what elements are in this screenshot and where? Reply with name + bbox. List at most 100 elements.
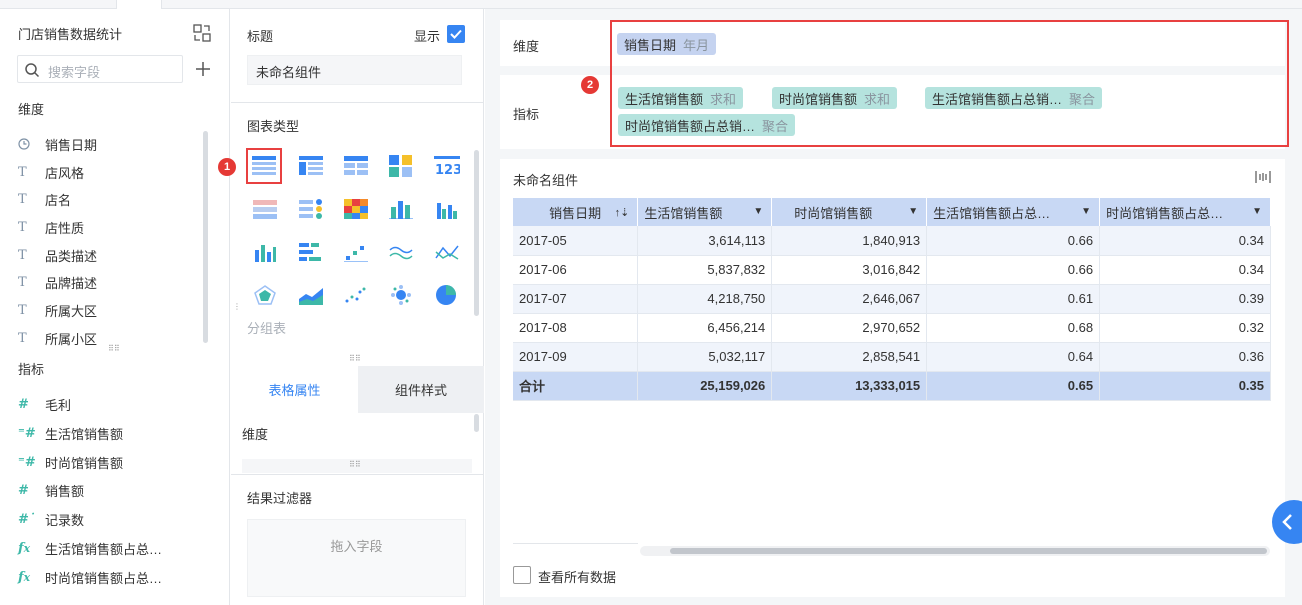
tab-component-style[interactable]: 组件样式	[358, 366, 484, 413]
cross-table-type[interactable]	[295, 150, 327, 182]
detail-table-icon	[344, 156, 368, 175]
highlight-box	[610, 20, 1289, 147]
table-row: 2017-07 4,218,750 2,646,067 0.61 0.39	[513, 284, 1271, 314]
measure-item[interactable]: ⁼# 生活馆销售额	[18, 422, 123, 444]
number-indicator-icon: 123	[434, 156, 460, 176]
list-type[interactable]	[295, 193, 327, 225]
add-field-icon[interactable]	[195, 61, 211, 77]
filter-dropzone[interactable]: 拖入字段	[247, 519, 466, 597]
divider	[231, 474, 484, 475]
column-header[interactable]: 生活馆销售额 ▼	[637, 198, 773, 226]
property-scrollbar[interactable]	[474, 414, 479, 432]
radar-icon	[254, 285, 276, 305]
canvas-area: 维度 销售日期 年月 指标 生活馆销售额 求和 时尚馆销售额 求和 生活馆销售额占总销…	[485, 9, 1302, 605]
switch-dataset-icon[interactable]	[193, 24, 211, 42]
dimension-item[interactable]: T 店风格	[18, 161, 84, 183]
number-type-icon: ⁼#	[18, 425, 36, 441]
dropdown-arrow-icon[interactable]: ▼	[753, 206, 763, 217]
measure-item[interactable]: # 毛利	[18, 393, 71, 415]
dimension-item[interactable]: T 品牌描述	[18, 271, 97, 293]
detail-table-type[interactable]	[340, 150, 372, 182]
dimension-item[interactable]: T 所属小区	[18, 327, 97, 349]
measure-item[interactable]: fx 时尚馆销售额占总…	[18, 566, 162, 588]
dimension-item[interactable]: T 店名	[18, 188, 71, 210]
area-chart-type[interactable]	[295, 279, 327, 311]
table-chart-type-selected[interactable]	[246, 148, 282, 184]
measure-item[interactable]: fx 生活馆销售额占总…	[18, 537, 162, 559]
scatter-chart-type[interactable]	[340, 279, 372, 311]
table-icon	[252, 156, 276, 175]
view-all-checkbox[interactable]	[513, 566, 531, 584]
step-badge-1: 1	[218, 158, 236, 176]
measure-item[interactable]: #˙ 记录数	[18, 508, 84, 530]
sort-icon[interactable]: ↑⇣	[615, 206, 630, 219]
dimension-item[interactable]: T 店性质	[18, 216, 84, 238]
column-header[interactable]: 生活馆销售额占总… ▼	[926, 198, 1101, 226]
step-badge-2: 2	[581, 76, 599, 94]
panel-grip[interactable]: ⋮	[233, 302, 241, 311]
column-header[interactable]: 时尚馆销售额 ▼	[771, 198, 928, 226]
chart-type-scrollbar[interactable]	[474, 150, 479, 316]
group-table-label[interactable]: 分组表	[247, 318, 286, 337]
number-indicator-type[interactable]: 123	[431, 150, 463, 182]
number-type-icon: #	[18, 482, 29, 498]
horizontal-scroll-thumb[interactable]	[670, 548, 1267, 554]
comparison-table-icon	[253, 200, 277, 219]
heatmap-type[interactable]	[340, 193, 372, 225]
view-all-label: 查看所有数据	[538, 570, 617, 585]
show-title-checkbox[interactable]	[447, 25, 465, 43]
dropdown-arrow-icon[interactable]: ▼	[1081, 206, 1091, 217]
search-placeholder: 搜索字段	[48, 65, 101, 80]
stacked-bar-type[interactable]	[385, 193, 417, 225]
formula-icon: fx	[18, 540, 31, 556]
horizontal-bar-type[interactable]	[295, 236, 327, 268]
table-row: 2017-06 5,837,832 3,016,842 0.66 0.34	[513, 255, 1271, 285]
grouped-bar-type[interactable]	[431, 193, 463, 225]
radar-chart-type[interactable]	[249, 279, 281, 311]
column-width-icon[interactable]	[1255, 171, 1271, 183]
scatter-icon	[345, 287, 366, 303]
dropdown-arrow-icon[interactable]: ▼	[1252, 206, 1262, 217]
column-header[interactable]: 销售日期 ↑⇣	[513, 198, 639, 226]
dimension-item[interactable]: T 品类描述	[18, 244, 97, 266]
dimension-shelf-label: 维度	[513, 39, 540, 54]
dimension-item[interactable]: T 所属大区	[18, 299, 97, 321]
area-line-type[interactable]	[431, 236, 463, 268]
resize-handle[interactable]: ⠿⠿	[108, 344, 120, 353]
pie-icon	[436, 285, 456, 305]
kpi-card-type[interactable]	[385, 150, 417, 182]
table-total-row: 合计 25,159,026 13,333,015 0.65 0.35	[513, 371, 1271, 401]
dimension-scrollbar[interactable]	[203, 131, 208, 343]
tab-table-properties[interactable]: 表格属性	[231, 366, 358, 413]
line-chart-type[interactable]	[385, 236, 417, 268]
scroll-divider	[513, 543, 638, 544]
text-type-icon: T	[18, 302, 27, 318]
dimension-item[interactable]: 销售日期	[18, 133, 97, 155]
text-type-icon: T	[18, 274, 27, 290]
field-panel: 门店销售数据统计 搜索字段 维度 销售日期 T 店风格 T 店名 T 店性质 T 品类描…	[0, 9, 230, 605]
check-icon	[450, 29, 462, 39]
record-count-icon: #˙	[18, 511, 36, 527]
column-header[interactable]: 时尚馆销售额占总… ▼	[1099, 198, 1271, 226]
comparison-table-type[interactable]	[249, 193, 281, 225]
measure-item[interactable]: # 销售额	[18, 479, 84, 501]
divider	[231, 102, 484, 103]
measure-item[interactable]: ⁼# 时尚馆销售额	[18, 451, 123, 473]
title-input[interactable]: 未命名组件	[247, 55, 462, 85]
bubble-chart-type[interactable]	[385, 279, 417, 311]
formula-icon: fx	[18, 569, 31, 585]
bar-chart-type[interactable]	[249, 236, 281, 268]
text-type-icon: T	[18, 219, 27, 235]
dimension-prop-label: 维度	[242, 427, 269, 442]
pie-chart-type[interactable]	[431, 279, 463, 311]
active-tab[interactable]	[116, 0, 162, 9]
step-chart-type[interactable]	[340, 236, 372, 268]
resize-handle[interactable]: ⠿⠿	[349, 460, 361, 469]
table-row: 2017-08 6,456,214 2,970,652 0.68 0.32	[513, 313, 1271, 343]
result-filter-label: 结果过滤器	[247, 491, 313, 506]
resize-handle[interactable]: ⠿⠿	[349, 354, 361, 363]
cross-table-icon	[299, 156, 323, 175]
text-type-icon: T	[18, 191, 27, 207]
dropdown-arrow-icon[interactable]: ▼	[908, 206, 918, 217]
search-input[interactable]: 搜索字段	[17, 55, 183, 83]
